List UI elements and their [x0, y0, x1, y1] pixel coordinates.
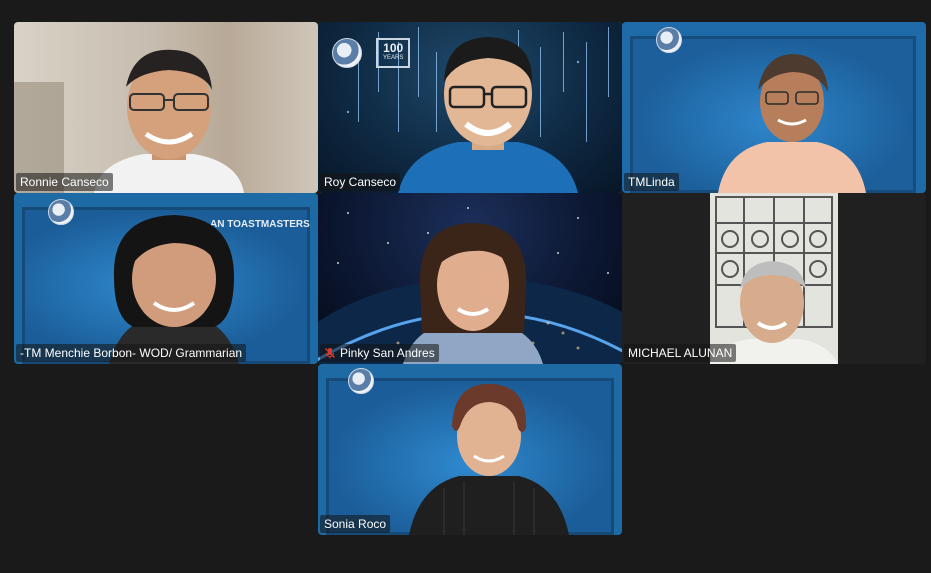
- video-tile-sonia-roco[interactable]: Sonia Roco: [318, 364, 622, 535]
- video-tile-pinky-san-andres[interactable]: Pinky San Andres: [318, 193, 622, 364]
- participant-name-label: TMLinda: [624, 173, 679, 191]
- participant-name-label: Ronnie Canseco: [16, 173, 113, 191]
- participant-video: [398, 37, 578, 193]
- participant-video: [94, 49, 244, 193]
- window-grille-background: [710, 193, 838, 364]
- toastmasters-logo-icon: [332, 38, 362, 68]
- toastmasters-logo-icon: [656, 27, 682, 53]
- video-tile-michael-alunan[interactable]: MICHAEL ALUNAN: [622, 193, 926, 364]
- video-tile-menchie-borbon[interactable]: AN TOASTMASTERS -TM Menchie Borbon- WOD/…: [14, 193, 318, 364]
- participant-video-frame: [710, 193, 838, 364]
- toastmasters-logo-icon: [48, 199, 74, 225]
- participant-video: [403, 223, 543, 364]
- participant-video: [109, 215, 239, 364]
- participant-video: [409, 383, 569, 535]
- video-tile-tmlinda[interactable]: TMLinda: [622, 22, 926, 193]
- toastmasters-logo-icon: [348, 368, 374, 394]
- participant-name-label: Pinky San Andres: [320, 344, 439, 362]
- participant-name-label: -TM Menchie Borbon- WOD/ Grammarian: [16, 344, 247, 362]
- video-tile-roy-canseco[interactable]: 100 YEARS Roy Canseco: [318, 22, 622, 193]
- participant-name-label: Sonia Roco: [320, 515, 391, 533]
- video-tile-ronnie-canseco[interactable]: Ronnie Canseco: [14, 22, 318, 193]
- participant-name-label: Roy Canseco: [320, 173, 401, 191]
- participant-name-label: MICHAEL ALUNAN: [624, 344, 737, 362]
- participant-video: [718, 54, 866, 193]
- microphone-muted-icon: [325, 348, 335, 359]
